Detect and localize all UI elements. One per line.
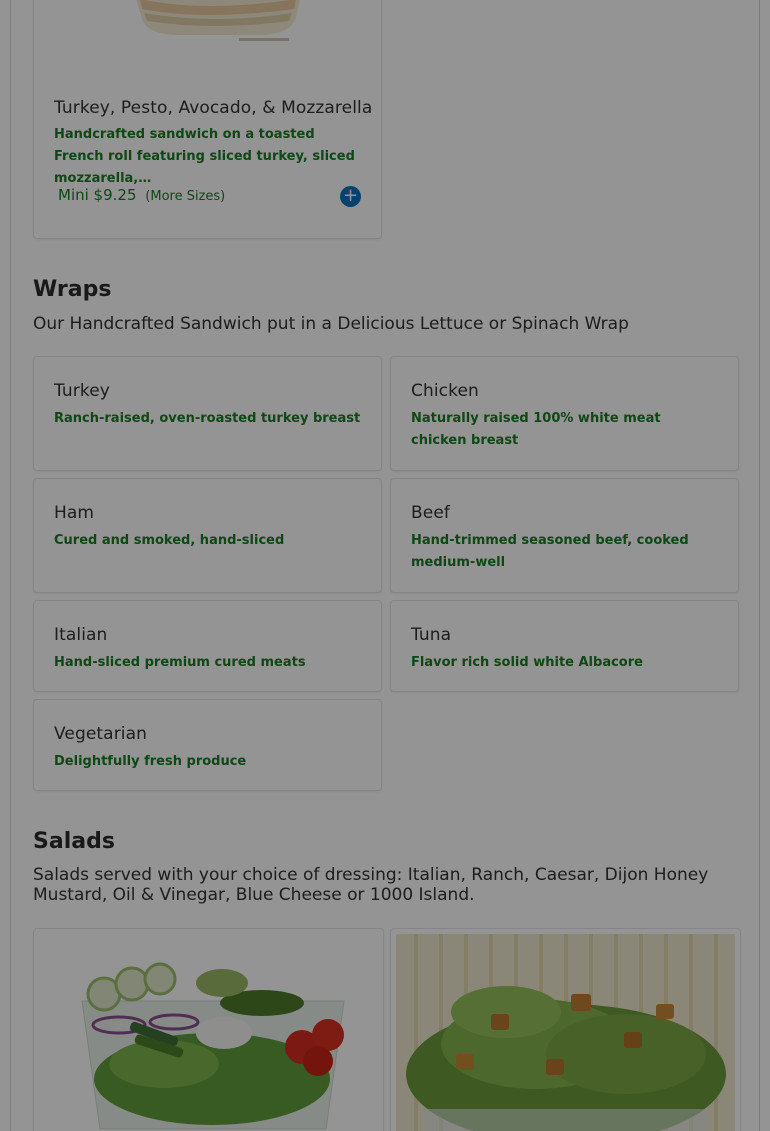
menu-page: Turkey, Pesto, Avocado, & Mozzarella Han… bbox=[10, 0, 760, 1131]
more-sizes-link[interactable]: (More Sizes) bbox=[145, 189, 225, 204]
salad-image bbox=[34, 929, 383, 1131]
wrap-card-italian[interactable]: Italian Hand-sliced premium cured meats bbox=[33, 600, 382, 692]
add-to-cart-button[interactable]: + bbox=[340, 186, 361, 207]
wrap-description: Flavor rich solid white Albacore bbox=[411, 655, 643, 670]
section-subtitle-wraps: Our Handcrafted Sandwich put in a Delici… bbox=[33, 314, 629, 334]
section-subtitle-salads: Salads served with your choice of dressi… bbox=[33, 865, 709, 905]
wrap-title: Ham bbox=[54, 503, 95, 523]
wrap-description: Hand-sliced premium cured meats bbox=[54, 655, 306, 670]
menu-item-description: Handcrafted sandwich on a toasted French… bbox=[54, 127, 355, 186]
wrap-title: Beef bbox=[411, 503, 450, 523]
wrap-title: Turkey bbox=[54, 381, 110, 401]
wrap-description: Naturally raised 100% white meat chicken… bbox=[411, 411, 661, 448]
wrap-card-vegetarian[interactable]: Vegetarian Delightfully fresh produce bbox=[33, 699, 382, 791]
wrap-card-beef[interactable]: Beef Hand-trimmed seasoned beef, cooked … bbox=[390, 478, 739, 593]
plus-icon: + bbox=[342, 185, 359, 206]
sandwich-image bbox=[34, 0, 381, 71]
menu-item-title: Turkey, Pesto, Avocado, & Mozzarella bbox=[54, 98, 373, 118]
wrap-title: Chicken bbox=[411, 381, 479, 401]
salad-card-2[interactable] bbox=[390, 928, 741, 1131]
section-title-salads: Salads bbox=[33, 829, 115, 854]
wrap-card-turkey[interactable]: Turkey Ranch-raised, oven-roasted turkey… bbox=[33, 356, 382, 471]
wrap-description: Ranch-raised, oven-roasted turkey breast bbox=[54, 411, 361, 426]
salad-card-1[interactable] bbox=[33, 928, 384, 1131]
menu-item-card[interactable]: Turkey, Pesto, Avocado, & Mozzarella Han… bbox=[33, 0, 382, 239]
wrap-title: Vegetarian bbox=[54, 724, 148, 744]
wrap-description: Cured and smoked, hand-sliced bbox=[54, 533, 285, 548]
wrap-card-ham[interactable]: Ham Cured and smoked, hand-sliced bbox=[33, 478, 382, 593]
caesar-salad-image bbox=[396, 934, 735, 1131]
wrap-description: Delightfully fresh produce bbox=[54, 754, 247, 769]
wrap-title: Tuna bbox=[411, 625, 452, 645]
price-label: Mini $9.25 bbox=[58, 186, 137, 204]
wrap-card-chicken[interactable]: Chicken Naturally raised 100% white meat… bbox=[390, 356, 739, 471]
wrap-description: Hand-trimmed seasoned beef, cooked mediu… bbox=[411, 533, 689, 570]
wrap-card-tuna[interactable]: Tuna Flavor rich solid white Albacore bbox=[390, 600, 739, 692]
section-title-wraps: Wraps bbox=[33, 277, 112, 302]
price-row[interactable]: Mini $9.25 (More Sizes) bbox=[58, 186, 225, 204]
wrap-title: Italian bbox=[54, 625, 108, 645]
